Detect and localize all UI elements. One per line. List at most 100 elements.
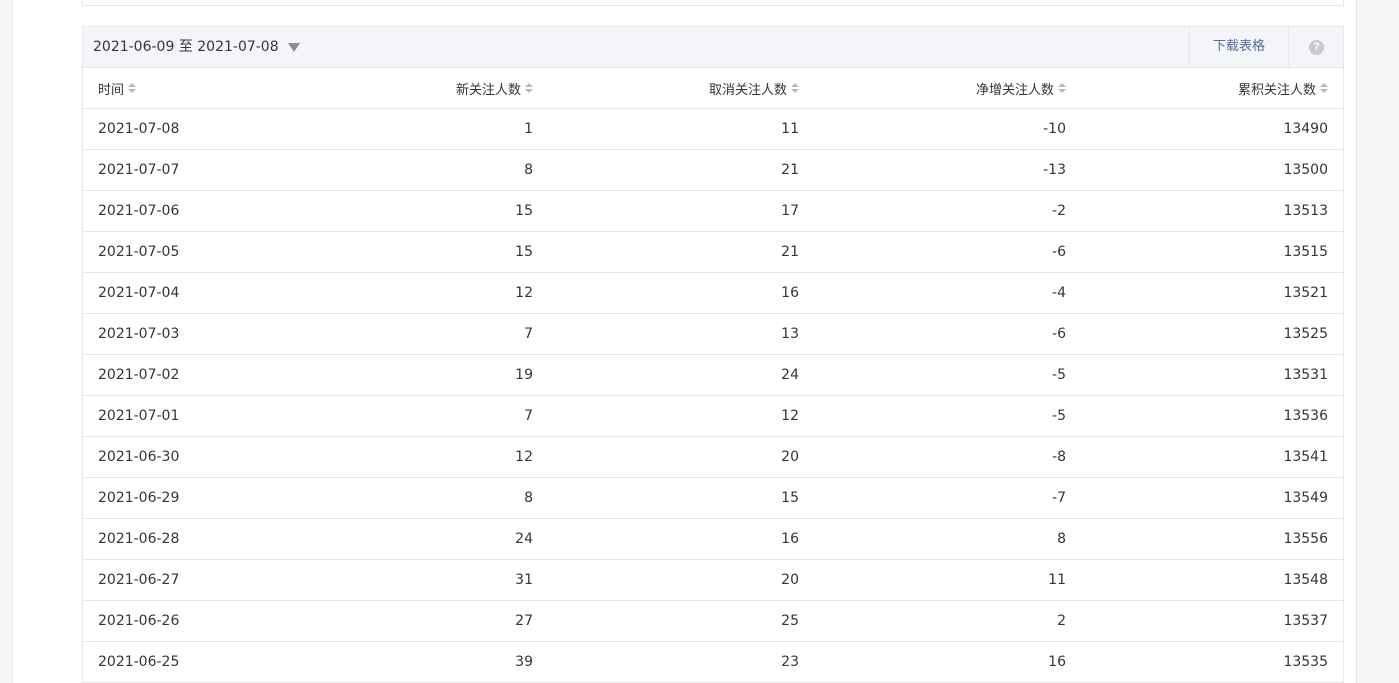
cell-cumulative: 13535 [1283,654,1328,670]
cell-unfollows: 24 [781,367,799,383]
cell-new-followers: 12 [515,285,533,301]
download-table-button[interactable]: 下载表格 [1189,27,1288,67]
cell-date: 2021-07-02 [83,354,308,396]
cell-new-followers: 15 [515,203,533,219]
date-range-selector[interactable]: 2021-06-09 至 2021-07-08 [93,27,300,67]
cell-unfollows: 23 [781,654,799,670]
question-mark-icon: ? [1309,39,1324,55]
cell-net-growth: -13 [1043,162,1066,178]
cell-new-followers: 27 [515,613,533,629]
table-row: 2021-06-25 39 23 16 13535 [83,642,1343,683]
column-header-net-growth[interactable]: 净增关注人数 [814,68,1081,109]
table-row: 2021-07-08 1 11 -10 13490 [83,108,1343,150]
cell-cumulative: 13513 [1081,190,1343,232]
cell-date: 2021-06-29 [83,477,308,519]
cell-unfollows: 16 [781,285,799,301]
cell-cumulative: 13521 [1081,272,1343,314]
sort-icon[interactable] [1320,82,1328,94]
cell-unfollows: 20 [781,449,799,465]
cell-cumulative: 13549 [1081,477,1343,519]
cell-date: 2021-06-26 [83,600,308,642]
cell-date: 2021-06-27 [83,559,308,601]
cell-cumulative: 13490 [1081,108,1343,150]
table-row: 2021-07-07 8 21 -13 13500 [83,149,1343,191]
cell-date: 2021-06-30 [83,436,308,478]
table-row: 2021-06-27 31 20 11 13548 [83,559,1343,601]
cell-net-growth: -4 [1052,285,1066,301]
table-row: 2021-07-04 12 16 -4 13521 [83,272,1343,314]
cell-date: 2021-07-03 [83,313,308,355]
cell-new-followers: 31 [515,572,533,588]
cell-new-followers: 19 [515,367,533,383]
sort-icon[interactable] [128,82,137,94]
caret-down-icon [287,42,300,52]
cell-net-growth: -6 [1052,244,1066,260]
table-row: 2021-07-03 7 13 -6 13525 [83,313,1343,355]
cell-new-followers: 8 [524,490,533,506]
cell-net-growth: 2 [1057,613,1066,629]
cell-unfollows: 21 [781,162,799,178]
cell-date: 2021-06-28 [83,518,308,560]
sort-icon[interactable] [791,82,799,94]
cell-net-growth: -6 [1052,326,1066,342]
cell-new-followers: 7 [524,408,533,424]
cell-new-followers: 1 [524,121,533,137]
column-header-unfollows[interactable]: 取消关注人数 [548,68,814,109]
cell-net-growth: -5 [1052,367,1066,383]
column-header-cumulative[interactable]: 累积关注人数 [1081,68,1343,109]
cell-new-followers: 8 [524,162,533,178]
table-row: 2021-07-05 15 21 -6 13515 [83,231,1343,273]
help-button[interactable]: ? [1288,27,1344,67]
table-header-row: 时间 新关注人数 取消关注人数 净增关注人数 累积关注人数 [83,68,1343,109]
cell-net-growth: 11 [1048,572,1066,588]
cell-net-growth: -5 [1052,408,1066,424]
cell-new-followers: 39 [515,654,533,670]
cell-date: 2021-07-01 [83,395,308,437]
right-sidebar-edge [1356,0,1399,683]
cell-net-growth: -7 [1052,490,1066,506]
table-row: 2021-07-01 7 12 -5 13536 [83,395,1343,437]
sort-icon[interactable] [1058,82,1066,94]
cell-cumulative: 13536 [1081,395,1343,437]
cell-net-growth: -2 [1052,203,1066,219]
followers-table-panel: 2021-06-09 至 2021-07-08 下载表格 ? 时间 新关注人数 [82,26,1344,683]
cell-net-growth: 16 [1048,654,1066,670]
cell-unfollows: 25 [781,613,799,629]
cell-date: 2021-06-25 [98,654,180,670]
cell-unfollows: 13 [781,326,799,342]
table-toolbar: 2021-06-09 至 2021-07-08 下载表格 ? [83,27,1343,68]
cell-unfollows: 21 [781,244,799,260]
table-row: 2021-06-26 27 25 2 13537 [83,600,1343,642]
sort-icon[interactable] [525,82,533,94]
cell-cumulative: 13525 [1081,313,1343,355]
date-range-text: 2021-06-09 至 2021-07-08 [93,39,279,55]
table-row: 2021-06-29 8 15 -7 13549 [83,477,1343,519]
cell-date: 2021-07-04 [83,272,308,314]
table-body: 2021-07-08 1 11 -10 13490 2021-07-07 8 2… [83,108,1343,683]
cell-date: 2021-07-06 [83,190,308,232]
cell-unfollows: 11 [781,121,799,137]
cell-cumulative: 13548 [1081,559,1343,601]
left-sidebar-edge [0,0,13,683]
cell-cumulative: 13531 [1081,354,1343,396]
cell-new-followers: 7 [524,326,533,342]
cell-cumulative: 13541 [1081,436,1343,478]
cell-date: 2021-07-07 [83,149,308,191]
table-row: 2021-07-06 15 17 -2 13513 [83,190,1343,232]
table-row: 2021-06-30 12 20 -8 13541 [83,436,1343,478]
cell-cumulative: 13515 [1081,231,1343,273]
cell-net-growth: -8 [1052,449,1066,465]
cell-new-followers: 12 [515,449,533,465]
column-header-time[interactable]: 时间 [83,68,308,109]
column-header-new-followers[interactable]: 新关注人数 [308,68,548,109]
cell-cumulative: 13556 [1081,518,1343,560]
cell-unfollows: 16 [781,531,799,547]
cell-cumulative: 13537 [1081,600,1343,642]
table-row: 2021-07-02 19 24 -5 13531 [83,354,1343,396]
cell-date: 2021-07-08 [83,108,308,150]
cell-net-growth: -10 [1043,121,1066,137]
cell-unfollows: 15 [781,490,799,506]
cell-unfollows: 12 [781,408,799,424]
table-row: 2021-06-28 24 16 8 13556 [83,518,1343,560]
cell-cumulative: 13500 [1081,149,1343,191]
